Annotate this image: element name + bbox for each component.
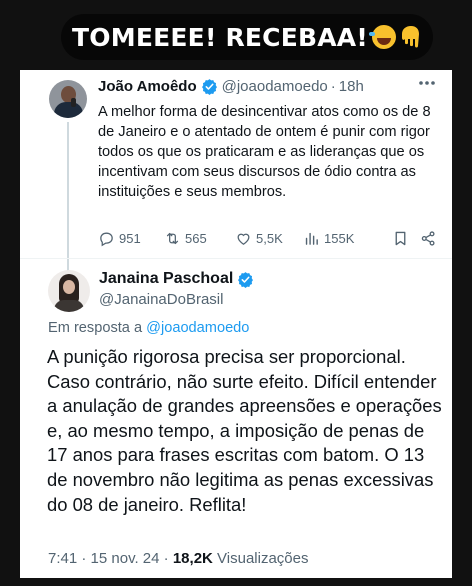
author-handle[interactable]: @joaodamoedo bbox=[222, 78, 328, 95]
verified-badge-icon bbox=[201, 79, 217, 95]
backhand-index-pointing-down-icon bbox=[401, 26, 419, 48]
caption-banner: TOMEEEE! RECEBAA! bbox=[61, 14, 433, 60]
reply-mention-link[interactable]: @joaodamoedo bbox=[146, 320, 249, 336]
bookmark-button[interactable] bbox=[392, 230, 409, 247]
reply-context: Em resposta a @joaodamoedo bbox=[48, 320, 249, 336]
reply-button[interactable]: 951 bbox=[98, 230, 141, 247]
tweet-metadata: 7:41 · 15 nov. 24 · 18,2K Visualizações bbox=[48, 550, 309, 567]
main-tweet-author: Janaina Paschoal bbox=[99, 270, 258, 288]
views-count: 155K bbox=[324, 231, 355, 246]
retweet-count: 565 bbox=[185, 231, 207, 246]
separator-dot: · bbox=[81, 550, 87, 567]
tweet-action-bar: 951 565 5,5K 155K bbox=[98, 230, 436, 250]
tweet-divider bbox=[20, 258, 452, 259]
bookmark-icon bbox=[395, 231, 406, 246]
rolling-on-floor-laughing-icon bbox=[368, 25, 396, 49]
heart-icon bbox=[237, 233, 250, 245]
avatar-janaina-paschoal[interactable] bbox=[48, 270, 90, 312]
tweet-time[interactable]: 7:41 bbox=[48, 550, 77, 567]
reply-icon bbox=[100, 232, 113, 247]
separator-dot: · bbox=[163, 550, 169, 567]
views-chart-icon bbox=[305, 232, 318, 245]
avatar-joao-amoedo[interactable] bbox=[49, 80, 87, 118]
retweet-button[interactable]: 565 bbox=[164, 230, 207, 247]
retweet-icon bbox=[166, 232, 179, 245]
author-name[interactable]: João Amoêdo bbox=[98, 78, 197, 95]
parent-tweet-text: A melhor forma de desincentivar atos com… bbox=[98, 104, 431, 200]
reply-count: 951 bbox=[119, 231, 141, 246]
views-label: Visualizações bbox=[217, 550, 309, 567]
share-icon bbox=[421, 231, 435, 246]
tweet-timestamp[interactable]: 18h bbox=[339, 78, 364, 95]
share-button[interactable] bbox=[420, 230, 437, 247]
tweet-date[interactable]: 15 nov. 24 bbox=[91, 550, 160, 567]
like-count: 5,5K bbox=[256, 231, 283, 246]
reply-prefix: Em resposta a bbox=[48, 320, 143, 336]
verified-badge-icon bbox=[238, 271, 254, 288]
like-button[interactable]: 5,5K bbox=[235, 230, 283, 247]
main-tweet-text: A punição rigorosa precisa ser proporcio… bbox=[47, 346, 442, 515]
views-count: 18,2K bbox=[172, 550, 213, 567]
author-handle[interactable]: @JanainaDoBrasil bbox=[99, 291, 223, 308]
views-button[interactable]: 155K bbox=[303, 230, 354, 247]
tweet-card: João Amoêdo @joaodamoedo · 18h A melhor … bbox=[20, 70, 452, 578]
caption-text: TOMEEEE! RECEBAA! bbox=[72, 22, 368, 52]
parent-tweet-header: João Amoêdo @joaodamoedo · 18h bbox=[98, 78, 364, 95]
more-options-icon[interactable] bbox=[418, 80, 436, 86]
separator-dot: · bbox=[330, 78, 336, 95]
author-name[interactable]: Janaina Paschoal bbox=[99, 270, 233, 288]
